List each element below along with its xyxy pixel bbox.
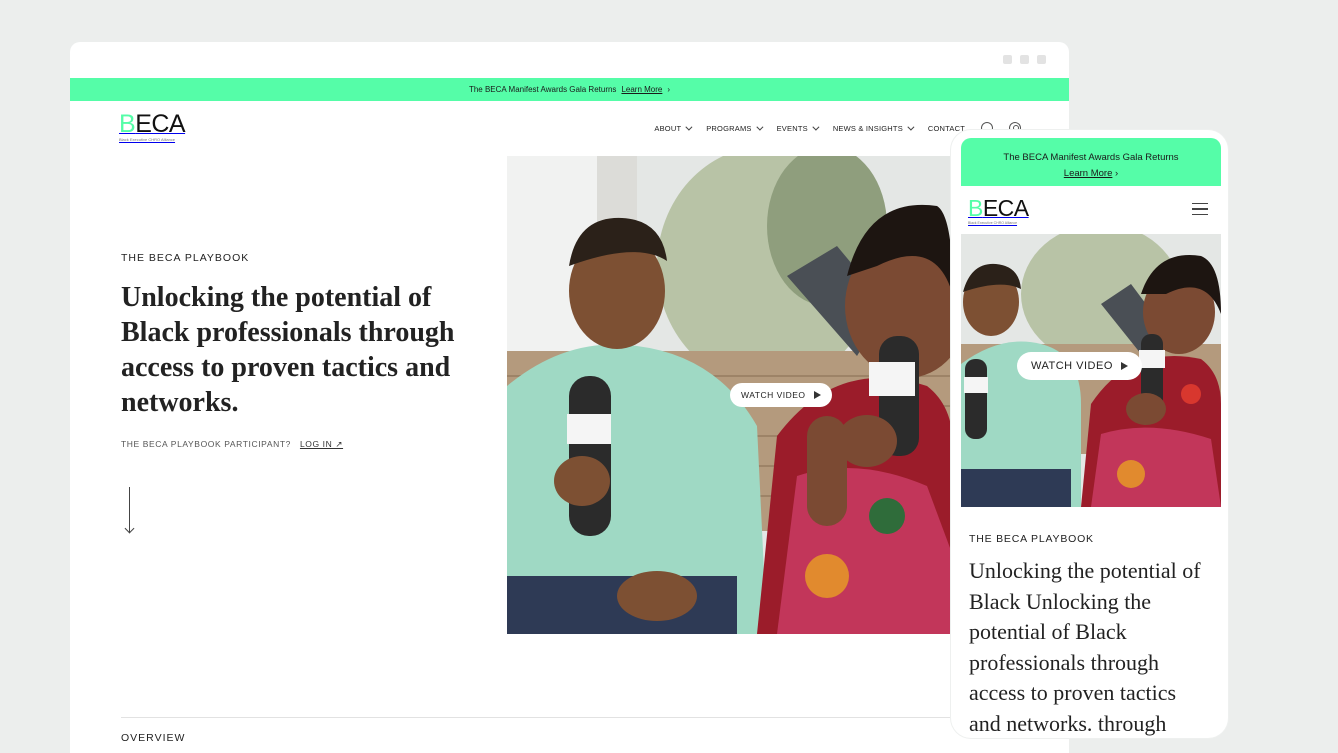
mobile-announcement-bar: The BECA Manifest Awards Gala Returns Le… [961, 138, 1221, 186]
logo-tagline: Black Executive CHRO Alliance [968, 221, 1018, 225]
nav-item-contact[interactable]: CONTACT [928, 124, 965, 133]
desktop-browser-mockup: The BECA Manifest Awards Gala Returns Le… [70, 42, 1069, 753]
mobile-beca-logo[interactable]: BECA Black Executive CHRO Alliance [968, 195, 1029, 226]
play-icon [813, 391, 821, 399]
mobile-learn-more-link[interactable]: Learn More [1064, 168, 1113, 179]
logo-mark: BECA [968, 195, 1029, 221]
chevron-down-icon [907, 123, 915, 131]
chevron-right-icon: › [667, 85, 671, 94]
hamburger-menu-icon[interactable] [1192, 203, 1208, 215]
learn-more-link[interactable]: Learn More [621, 85, 662, 94]
nav-item-news-insights[interactable]: NEWS & INSIGHTS [833, 123, 915, 133]
hero-eyebrow: THE BECA PLAYBOOK [121, 252, 250, 264]
window-controls [1003, 55, 1046, 64]
announcement-bar: The BECA Manifest Awards Gala Returns Le… [70, 78, 1069, 101]
nav-item-programs[interactable]: PROGRAMS [706, 123, 764, 133]
hero-headline: Unlocking the potential of Black profess… [121, 282, 455, 418]
nav-item-about[interactable]: ABOUT [654, 123, 693, 133]
section-divider [121, 717, 971, 718]
participant-row: THE BECA PLAYBOOK PARTICIPANT? LOG IN ↗ [121, 439, 343, 450]
announcement-text: The BECA Manifest Awards Gala Returns [468, 85, 617, 94]
chevron-down-icon [685, 123, 693, 131]
chevron-down-icon [812, 123, 820, 131]
mobile-hero-video-image[interactable]: WATCH VIDEO [961, 234, 1221, 507]
chevron-right-icon: › [1115, 168, 1119, 179]
beca-logo[interactable]: BECA Black Executive CHRO Alliance [119, 110, 186, 143]
login-link[interactable]: LOG IN ↗ [300, 439, 343, 450]
participant-text: THE BECA PLAYBOOK PARTICIPANT? [121, 439, 291, 449]
hero-video-image[interactable]: WATCH VIDEO [507, 156, 953, 634]
window-dot-icon[interactable] [1037, 55, 1046, 64]
window-dot-icon[interactable] [1003, 55, 1012, 64]
play-icon [1120, 362, 1128, 370]
mobile-phone-mockup: The BECA Manifest Awards Gala Returns Le… [951, 130, 1228, 738]
nav-item-events[interactable]: EVENTS [777, 123, 820, 133]
chevron-down-icon [755, 123, 764, 131]
window-dot-icon[interactable] [1020, 55, 1029, 64]
logo-mark: BECA [119, 110, 186, 138]
watch-video-button[interactable]: WATCH VIDEO [730, 383, 832, 407]
mobile-hero-eyebrow: THE BECA PLAYBOOK [969, 533, 1094, 545]
mobile-hero-headline: Unlocking the potential of Black Unlocki… [969, 558, 1201, 736]
mobile-watch-video-button[interactable]: WATCH VIDEO [1017, 352, 1142, 380]
mobile-announcement-text: The BECA Manifest Awards Gala Returns [1003, 152, 1179, 163]
overview-heading: OVERVIEW [121, 732, 186, 744]
scroll-down-arrow-icon[interactable] [129, 487, 130, 532]
